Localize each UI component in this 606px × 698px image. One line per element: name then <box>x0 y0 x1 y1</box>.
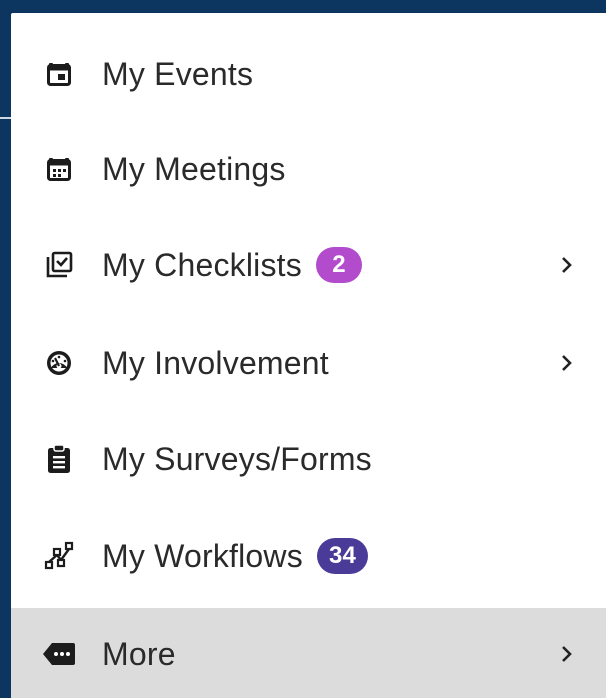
menu-item-my-checklists[interactable]: My Checklists 2 <box>11 219 606 311</box>
menu-item-label: My Surveys/Forms <box>102 440 372 477</box>
menu-item-label: My Checklists <box>102 246 302 283</box>
app-frame: My Events My Meetings My Checklists 2 My… <box>0 0 606 698</box>
menu-item-my-involvement[interactable]: My Involvement <box>11 317 606 409</box>
workflows-count-badge: 34 <box>316 538 369 574</box>
menu-item-label: My Involvement <box>102 344 329 381</box>
menu-item-label: More <box>102 635 176 672</box>
checklists-count-badge: 2 <box>315 247 362 283</box>
workflow-icon <box>39 536 79 576</box>
gauge-icon <box>39 343 79 383</box>
clipboard-icon <box>39 439 79 479</box>
menu-item-label-group: My Checklists 2 <box>102 247 362 284</box>
menu-item-label: My Events <box>102 55 254 92</box>
checklist-icon <box>39 245 79 285</box>
more-tag-icon <box>39 634 79 674</box>
chevron-right-icon <box>557 253 577 277</box>
menu-item-label-group: My Workflows 34 <box>102 537 369 575</box>
menu-item-my-workflows[interactable]: My Workflows 34 <box>11 510 606 602</box>
menu-item-label: My Workflows <box>102 537 303 574</box>
menu-item-more[interactable]: More <box>11 608 606 698</box>
calendar-grid-icon <box>39 149 79 189</box>
menu-item-my-surveys-forms[interactable]: My Surveys/Forms <box>11 413 606 505</box>
menu-item-my-events[interactable]: My Events <box>11 28 606 120</box>
menu-item-my-meetings[interactable]: My Meetings <box>11 123 606 215</box>
menu-item-label: My Meetings <box>102 150 286 187</box>
user-dropdown-menu: My Events My Meetings My Checklists 2 My… <box>11 13 606 698</box>
calendar-icon <box>39 54 79 94</box>
chevron-right-icon <box>557 351 577 375</box>
chevron-right-icon <box>557 642 577 666</box>
